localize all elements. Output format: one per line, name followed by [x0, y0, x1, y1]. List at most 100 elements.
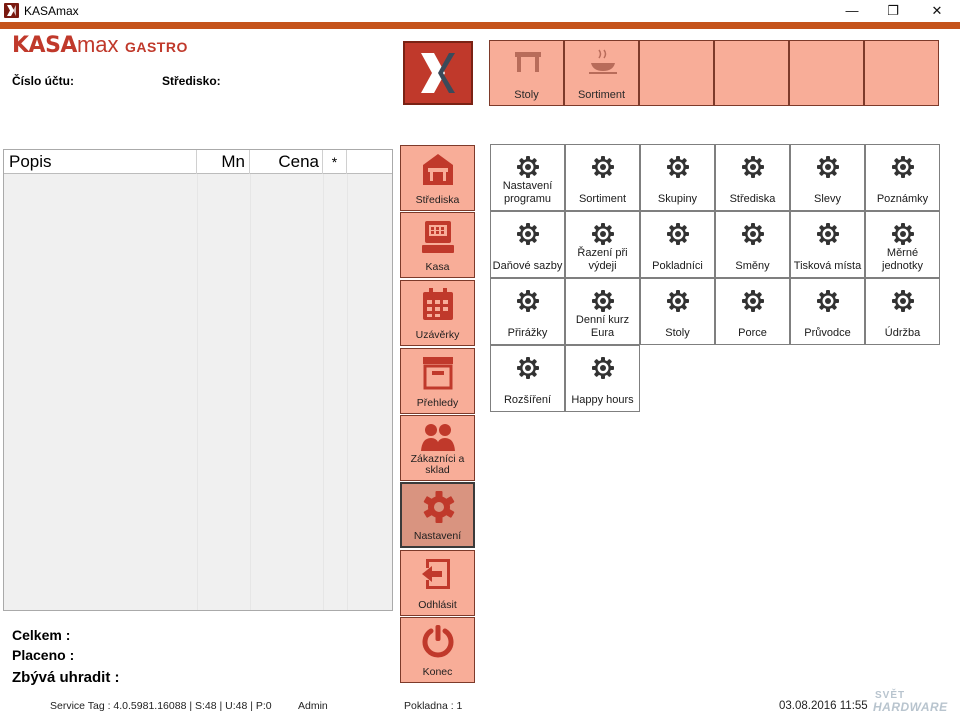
gear-icon: [667, 290, 689, 312]
settings-tile[interactable]: Porce: [715, 278, 790, 345]
watermark-bottom-text: HARDWARE: [873, 700, 948, 714]
close-button[interactable]: ✕: [920, 0, 954, 22]
nav-label: Přehledy: [416, 397, 459, 409]
logo-max-text: max: [76, 32, 119, 57]
settings-tile-label: Porce: [738, 327, 767, 339]
settings-tile[interactable]: Poznámky: [865, 144, 940, 211]
gear-icon: [517, 290, 539, 312]
gear-icon: [592, 223, 614, 245]
kasamax-logo: KASAmax GASTRO: [12, 32, 188, 58]
datetime-display: 03.08.2016 11:55: [779, 700, 868, 712]
top-tile-label: Sortiment: [577, 89, 626, 101]
nav-button-uzaverky[interactable]: Uzávěrky: [400, 280, 475, 346]
settings-tile[interactable]: Stoly: [640, 278, 715, 345]
settings-tile[interactable]: Řazení při výdeji: [565, 211, 640, 278]
settings-tile[interactable]: Směny: [715, 211, 790, 278]
settings-tile-label: Střediska: [729, 193, 776, 205]
nav-button-konec[interactable]: Konec: [400, 617, 475, 683]
settings-tile-label: Skupiny: [657, 193, 698, 205]
settings-tile[interactable]: Sortiment: [565, 144, 640, 211]
settings-tile[interactable]: Nastavení programu: [490, 144, 565, 211]
column-header-cena[interactable]: Cena: [250, 150, 323, 174]
title-bar: KASAmax — ❐ ✕: [0, 0, 960, 22]
gear-icon: [667, 223, 689, 245]
settings-tile[interactable]: Denní kurz Eura: [565, 278, 640, 345]
settings-tile[interactable]: Pokladníci: [640, 211, 715, 278]
settings-tile-label: Průvodce: [804, 327, 851, 339]
minimize-button[interactable]: —: [835, 0, 869, 22]
nav-button-zakaznici-a-sklad[interactable]: Zákazníci a sklad: [400, 415, 475, 481]
top-tile-empty[interactable]: [714, 40, 789, 106]
gear-icon: [592, 156, 614, 178]
settings-tile[interactable]: Střediska: [715, 144, 790, 211]
app-window: KASAmax — ❐ ✕ KASAmax GASTRO Číslo účtu:…: [0, 0, 960, 720]
logo-gastro-text: GASTRO: [124, 39, 188, 55]
gear-icon: [742, 290, 764, 312]
settings-tile-label: Řazení při výdeji: [577, 247, 628, 272]
nav-label: Uzávěrky: [415, 329, 460, 341]
building-icon: [423, 154, 453, 185]
gear-icon: [817, 223, 839, 245]
settings-tile[interactable]: Měrné jednotky: [865, 211, 940, 278]
top-tile-empty[interactable]: [639, 40, 714, 106]
table-icon: [515, 52, 541, 72]
column-header-popis[interactable]: Popis: [4, 150, 197, 174]
maximize-button[interactable]: ❐: [876, 0, 910, 22]
settings-tile-label: Daňové sazby: [492, 260, 563, 272]
gear-icon: [817, 290, 839, 312]
gear-icon: [592, 357, 614, 379]
settings-tile-label: Měrné jednotky: [882, 247, 923, 272]
gear-icon: [517, 223, 539, 245]
top-tile-sortiment[interactable]: Sortiment: [564, 40, 639, 106]
total-zbyva: Zbývá uhradit :: [12, 669, 120, 686]
receipt-table[interactable]: Popis Mn Cena *: [3, 149, 393, 611]
nav-label: Konec: [422, 666, 453, 678]
settings-tile[interactable]: Průvodce: [790, 278, 865, 345]
gear-icon: [742, 156, 764, 178]
gear-icon: [592, 290, 614, 312]
nav-button-strediska[interactable]: Střediska: [400, 145, 475, 211]
settings-tile[interactable]: Rozšíření: [490, 345, 565, 412]
column-divider: [323, 174, 324, 610]
settings-tile-label: Přirážky: [507, 327, 548, 339]
nav-label: Zákazníci a sklad: [410, 453, 465, 476]
nav-label: Střediska: [415, 194, 460, 206]
logout-icon: [422, 559, 450, 589]
column-header-mn[interactable]: Mn: [197, 150, 250, 174]
power-icon: [422, 625, 454, 658]
gear-icon: [742, 223, 764, 245]
people-icon: [421, 424, 455, 451]
gear-icon: [667, 156, 689, 178]
settings-tile-label: Nastavení programu: [502, 180, 553, 205]
column-divider: [347, 174, 348, 610]
gear-icon: [817, 156, 839, 178]
top-tile-empty[interactable]: [864, 40, 939, 106]
archive-icon: [423, 357, 453, 390]
nav-button-nastaveni[interactable]: Nastavení: [400, 482, 475, 548]
current-user: Admin: [298, 700, 328, 712]
dish-icon: [589, 49, 617, 74]
column-divider: [250, 174, 251, 610]
settings-tile[interactable]: Happy hours: [565, 345, 640, 412]
settings-tile-label: Happy hours: [571, 394, 634, 406]
settings-tile-label: Tisková místa: [793, 260, 862, 272]
settings-tile[interactable]: Tisková místa: [790, 211, 865, 278]
total-celkem: Celkem :: [12, 627, 71, 643]
nav-button-kasa[interactable]: Kasa: [400, 212, 475, 278]
settings-tile[interactable]: Údržba: [865, 278, 940, 345]
window-title: KASAmax: [24, 4, 79, 18]
column-header-star[interactable]: *: [323, 150, 347, 174]
settings-tile[interactable]: Slevy: [790, 144, 865, 211]
nav-button-odhlasit[interactable]: Odhlásit: [400, 550, 475, 616]
nav-button-prehledy[interactable]: Přehledy: [400, 348, 475, 414]
top-tile-empty[interactable]: [789, 40, 864, 106]
settings-tile-label: Poznámky: [876, 193, 929, 205]
settings-tile[interactable]: Přirážky: [490, 278, 565, 345]
top-tile-stoly[interactable]: Stoly: [489, 40, 564, 106]
nav-label: Odhlásit: [418, 599, 457, 611]
settings-tile[interactable]: Daňové sazby: [490, 211, 565, 278]
center-label: Středisko:: [162, 74, 221, 88]
logo-kasa-text: KASA: [12, 33, 77, 58]
calendar-icon: [423, 288, 453, 320]
settings-tile[interactable]: Skupiny: [640, 144, 715, 211]
